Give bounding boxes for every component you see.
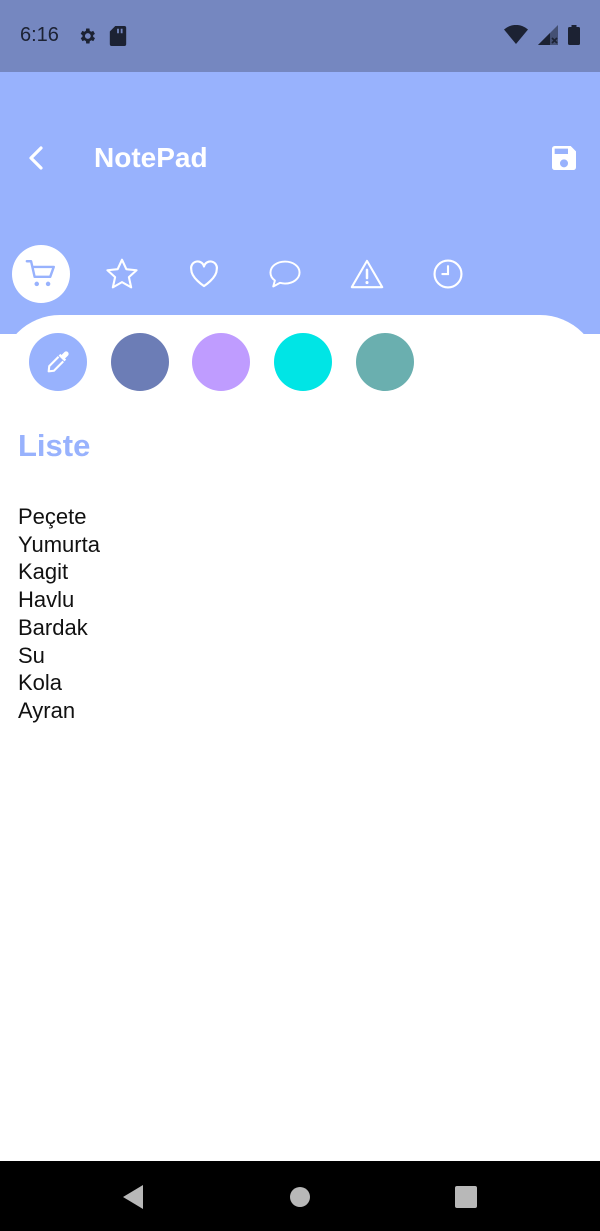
color-picker-button[interactable] bbox=[29, 333, 87, 391]
status-time: 6:16 bbox=[20, 24, 59, 46]
eyedropper-icon bbox=[47, 351, 69, 373]
note-title-field[interactable]: Liste bbox=[18, 428, 90, 464]
shopping-cart-icon bbox=[25, 260, 55, 287]
category-heart[interactable] bbox=[175, 245, 233, 303]
save-button[interactable] bbox=[548, 142, 580, 174]
note-line: Kola bbox=[18, 670, 63, 696]
color-swatch[interactable] bbox=[274, 333, 332, 391]
recents-square-icon bbox=[455, 1186, 477, 1208]
warning-icon bbox=[350, 259, 384, 289]
nav-back-button[interactable] bbox=[120, 1184, 146, 1210]
chevron-left-icon bbox=[29, 146, 43, 170]
nav-recents-button[interactable] bbox=[453, 1184, 479, 1210]
note-line: Bardak bbox=[18, 614, 88, 640]
status-icons-right bbox=[504, 25, 580, 45]
category-star[interactable] bbox=[93, 245, 151, 303]
note-line: Yumurta bbox=[18, 531, 100, 557]
back-triangle-icon bbox=[123, 1185, 143, 1209]
back-button[interactable] bbox=[20, 142, 52, 174]
nav-home-button[interactable] bbox=[287, 1184, 313, 1210]
note-line: Peçete bbox=[18, 504, 87, 529]
note-line: Su bbox=[18, 642, 45, 668]
category-cart[interactable] bbox=[12, 245, 70, 303]
chat-bubble-icon bbox=[269, 260, 301, 288]
category-comment[interactable] bbox=[256, 245, 314, 303]
app-title: NotePad bbox=[94, 142, 208, 173]
home-circle-icon bbox=[290, 1187, 310, 1207]
category-row bbox=[12, 245, 600, 305]
color-swatch[interactable] bbox=[356, 333, 414, 391]
note-line: Kagit bbox=[18, 559, 69, 585]
navigation-bar bbox=[0, 1161, 600, 1231]
gear-icon bbox=[80, 28, 95, 44]
wifi-icon bbox=[504, 25, 528, 44]
note-line: Ayran bbox=[18, 697, 76, 723]
note-body-field[interactable]: Peçete Yumurta Kagit Havlu Bardak Su Kol… bbox=[18, 503, 100, 725]
status-bar: 6:16 bbox=[0, 0, 600, 72]
sd-card-icon bbox=[109, 26, 127, 46]
battery-icon bbox=[568, 25, 580, 45]
clock-icon bbox=[433, 259, 463, 289]
heart-icon bbox=[190, 260, 218, 288]
signal-icon bbox=[538, 25, 558, 45]
category-clock[interactable] bbox=[419, 245, 477, 303]
color-swatch[interactable] bbox=[111, 333, 169, 391]
status-icons-left bbox=[77, 26, 127, 46]
star-icon bbox=[106, 258, 138, 289]
category-warning[interactable] bbox=[338, 245, 396, 303]
floppy-disk-icon bbox=[552, 146, 576, 170]
note-line: Havlu bbox=[18, 587, 75, 613]
color-swatch[interactable] bbox=[192, 333, 250, 391]
